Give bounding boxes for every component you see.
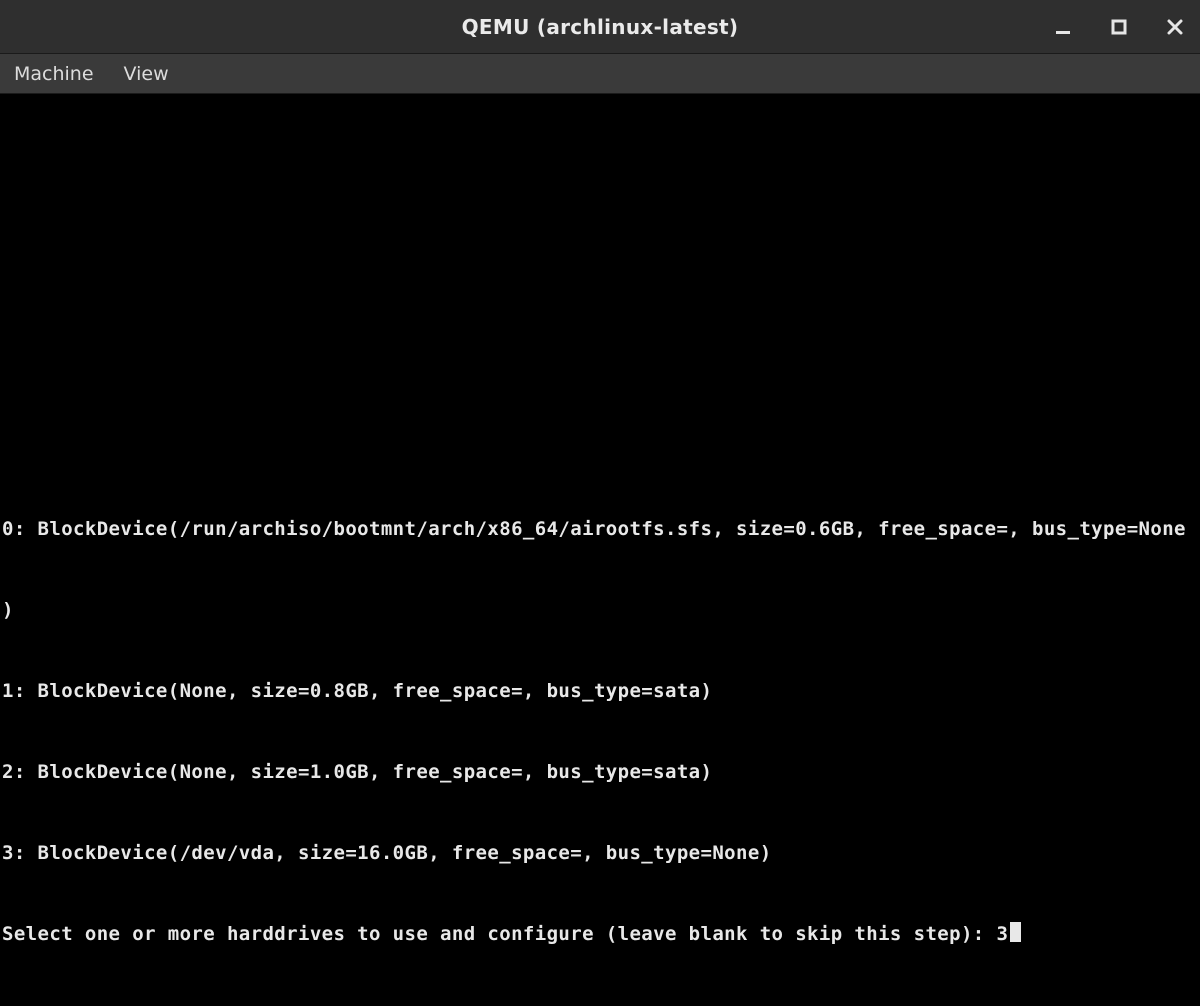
menubar: Machine View bbox=[0, 54, 1200, 94]
terminal-line: 1: BlockDevice(None, size=0.8GB, free_sp… bbox=[0, 678, 1200, 705]
close-button[interactable] bbox=[1158, 10, 1192, 44]
terminal-line: ) bbox=[0, 597, 1200, 624]
terminal-input[interactable]: 3 bbox=[996, 923, 1008, 945]
terminal-prompt: Select one or more harddrives to use and… bbox=[2, 923, 996, 945]
titlebar: QEMU (archlinux-latest) bbox=[0, 0, 1200, 54]
qemu-window: QEMU (archlinux-latest) Machine View 0: … bbox=[0, 0, 1200, 1006]
minimize-icon bbox=[1054, 18, 1072, 36]
window-title: QEMU (archlinux-latest) bbox=[0, 15, 1200, 39]
terminal-output: 0: BlockDevice(/run/archiso/bootmnt/arch… bbox=[0, 462, 1200, 1002]
window-controls bbox=[1046, 0, 1192, 53]
cursor-icon bbox=[1010, 922, 1021, 942]
terminal-line: 3: BlockDevice(/dev/vda, size=16.0GB, fr… bbox=[0, 840, 1200, 867]
menu-view[interactable]: View bbox=[120, 59, 173, 89]
terminal-line: 2: BlockDevice(None, size=1.0GB, free_sp… bbox=[0, 759, 1200, 786]
close-icon bbox=[1166, 18, 1184, 36]
terminal-prompt-line: Select one or more harddrives to use and… bbox=[0, 921, 1200, 948]
terminal-line: 0: BlockDevice(/run/archiso/bootmnt/arch… bbox=[0, 516, 1200, 543]
maximize-button[interactable] bbox=[1102, 10, 1136, 44]
maximize-icon bbox=[1110, 18, 1128, 36]
menu-machine[interactable]: Machine bbox=[10, 59, 98, 89]
guest-display[interactable]: 0: BlockDevice(/run/archiso/bootmnt/arch… bbox=[0, 94, 1200, 1006]
minimize-button[interactable] bbox=[1046, 10, 1080, 44]
